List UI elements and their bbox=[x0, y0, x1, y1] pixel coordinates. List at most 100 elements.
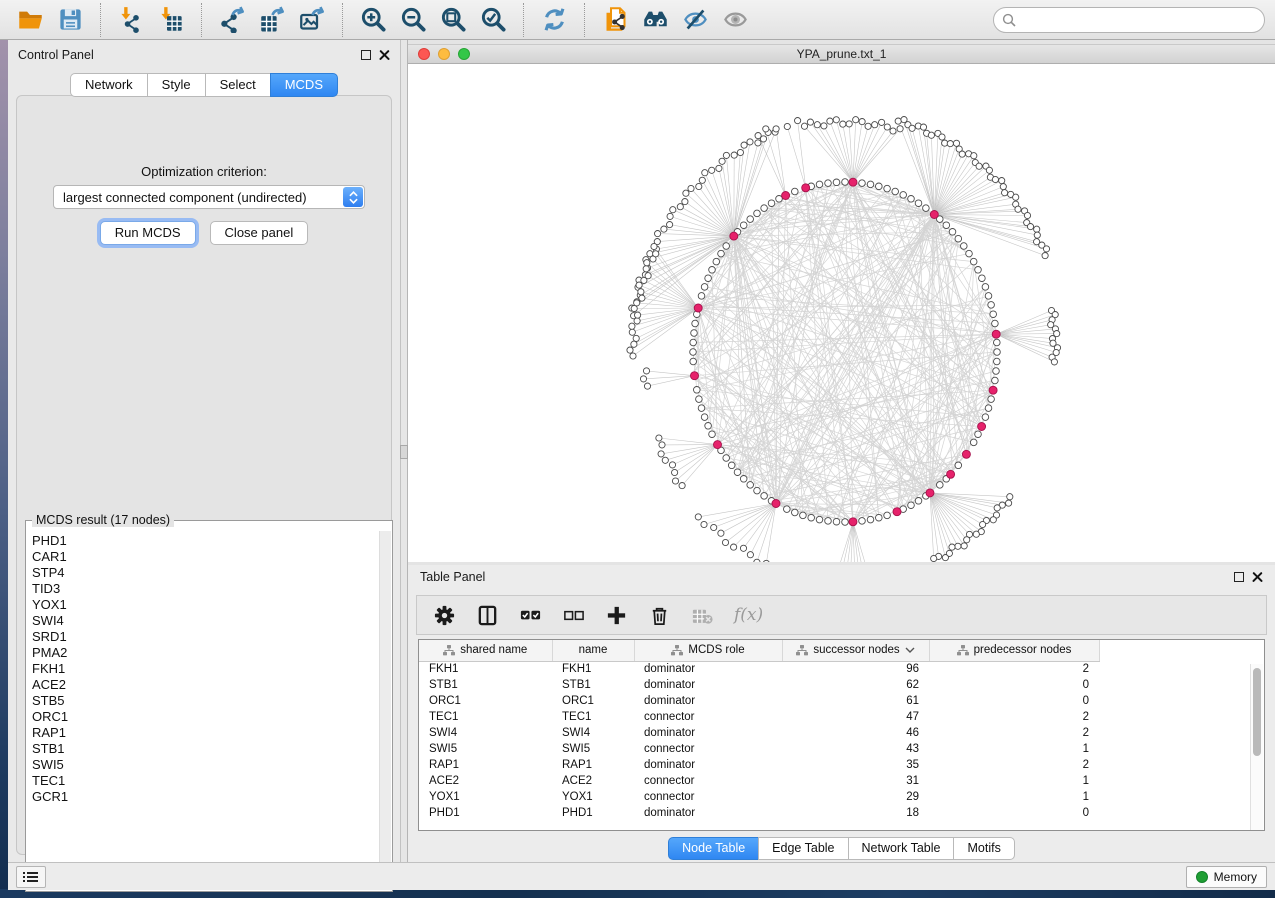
mcds-result-item[interactable]: STP4 bbox=[32, 565, 378, 581]
table-row[interactable]: SWI4SWI4dominator 462 bbox=[419, 725, 1099, 741]
table-row[interactable]: FKH1FKH1dominator 962 bbox=[419, 661, 1099, 677]
splitter-grip[interactable] bbox=[400, 445, 408, 459]
select-all-rows-icon[interactable] bbox=[519, 604, 542, 627]
table-settings-gear-icon[interactable] bbox=[433, 604, 456, 627]
mcds-result-item[interactable]: TID3 bbox=[32, 581, 378, 597]
table-row[interactable]: ACE2ACE2connector 311 bbox=[419, 773, 1099, 789]
mcds-hub-node bbox=[989, 386, 997, 394]
mcds-result-item[interactable]: GCR1 bbox=[32, 789, 378, 805]
export-network-icon[interactable] bbox=[212, 3, 252, 37]
table-panel-title: Table Panel bbox=[420, 570, 485, 584]
toolbar-separator bbox=[100, 3, 101, 37]
mcds-result-item[interactable]: STB1 bbox=[32, 741, 378, 757]
table-row[interactable]: ORC1ORC1dominator 610 bbox=[419, 693, 1099, 709]
run-mcds-button[interactable]: Run MCDS bbox=[100, 221, 196, 245]
delete-table-icon bbox=[691, 604, 714, 627]
float-panel-icon[interactable] bbox=[361, 50, 371, 60]
mcds-hub-node bbox=[962, 450, 970, 458]
zoom-out-icon[interactable] bbox=[393, 3, 433, 37]
mcds-result-item[interactable]: PHD1 bbox=[32, 533, 378, 549]
memory-status-icon bbox=[1196, 871, 1208, 883]
save-session-icon[interactable] bbox=[50, 3, 90, 37]
table-row[interactable]: RAP1RAP1dominator 352 bbox=[419, 757, 1099, 773]
network-window-titlebar[interactable]: YPA_prune.txt_1 bbox=[408, 44, 1275, 64]
mcds-result-item[interactable]: SWI5 bbox=[32, 757, 378, 773]
deselect-all-rows-icon[interactable] bbox=[562, 604, 585, 627]
mcds-hub-node bbox=[802, 184, 810, 192]
zoom-selected-icon[interactable] bbox=[473, 3, 513, 37]
export-image-icon[interactable] bbox=[292, 3, 332, 37]
close-panel-icon[interactable] bbox=[379, 50, 390, 61]
tab-select[interactable]: Select bbox=[205, 73, 270, 97]
table-row[interactable]: PHD1PHD1dominator 180 bbox=[419, 805, 1099, 821]
search-box bbox=[993, 7, 1265, 33]
panel-splitter[interactable] bbox=[400, 40, 408, 862]
mcds-hub-node bbox=[782, 192, 790, 200]
tab-network[interactable]: Network bbox=[70, 73, 147, 97]
mcds-result-item[interactable]: ORC1 bbox=[32, 709, 378, 725]
column-header-predecessor-nodes[interactable]: predecessor nodes bbox=[929, 640, 1099, 661]
column-header-MCDS-role[interactable]: MCDS role bbox=[634, 640, 782, 661]
import-table-icon[interactable] bbox=[151, 3, 191, 37]
mcds-result-item[interactable]: YOX1 bbox=[32, 597, 378, 613]
mcds-hub-node bbox=[694, 304, 702, 312]
refresh-icon[interactable] bbox=[534, 3, 574, 37]
column-selector-icon[interactable] bbox=[476, 604, 499, 627]
table-row[interactable]: STB1STB1dominator 620 bbox=[419, 677, 1099, 693]
hide-selected-icon[interactable] bbox=[675, 3, 715, 37]
zoom-in-icon[interactable] bbox=[353, 3, 393, 37]
mcds-result-item[interactable]: FKH1 bbox=[32, 661, 378, 677]
mcds-result-item[interactable]: SWI4 bbox=[32, 613, 378, 629]
column-header-name[interactable]: name bbox=[552, 640, 634, 661]
delete-column-icon[interactable] bbox=[648, 604, 671, 627]
criterion-value: largest connected component (undirected) bbox=[63, 190, 307, 205]
mcds-result-item[interactable]: STB5 bbox=[32, 693, 378, 709]
import-network-icon[interactable] bbox=[111, 3, 151, 37]
criterion-dropdown[interactable]: largest connected component (undirected) bbox=[53, 185, 365, 209]
mcds-result-item[interactable]: ACE2 bbox=[32, 677, 378, 693]
network-canvas[interactable] bbox=[408, 64, 1275, 562]
export-table-icon[interactable] bbox=[252, 3, 292, 37]
zoom-fit-icon[interactable] bbox=[433, 3, 473, 37]
column-header-successor-nodes[interactable]: successor nodes bbox=[782, 640, 929, 661]
mcds-result-item[interactable]: PMA2 bbox=[32, 645, 378, 661]
mcds-hub-node bbox=[849, 178, 857, 186]
table-toolbar: f(x) bbox=[416, 595, 1267, 635]
table-row[interactable]: TEC1TEC1connector 472 bbox=[419, 709, 1099, 725]
open-file-icon[interactable] bbox=[10, 3, 50, 37]
network-window-title: YPA_prune.txt_1 bbox=[408, 47, 1275, 61]
column-header-shared-name[interactable]: shared name bbox=[419, 640, 552, 661]
table-row[interactable]: YOX1YOX1connector 291 bbox=[419, 789, 1099, 805]
control-panel-tabs: NetworkStyleSelectMCDS bbox=[8, 73, 400, 97]
table-scrollbar[interactable] bbox=[1250, 664, 1263, 830]
toolbar-separator bbox=[523, 3, 524, 37]
clone-network-icon[interactable] bbox=[595, 3, 635, 37]
tab-edge-table[interactable]: Edge Table bbox=[758, 837, 847, 860]
add-column-icon[interactable] bbox=[605, 604, 628, 627]
mcds-result-legend: MCDS result (17 nodes) bbox=[32, 513, 174, 527]
mcds-list-scrollbar[interactable] bbox=[379, 531, 391, 890]
float-table-panel-icon[interactable] bbox=[1234, 572, 1244, 582]
optimization-criterion-label: Optimization criterion: bbox=[17, 164, 391, 179]
mcds-result-item[interactable]: TEC1 bbox=[32, 773, 378, 789]
mcds-result-item[interactable]: RAP1 bbox=[32, 725, 378, 741]
search-input[interactable] bbox=[993, 7, 1265, 33]
close-table-panel-icon[interactable] bbox=[1252, 572, 1263, 583]
table-row[interactable]: SWI5SWI5connector 431 bbox=[419, 741, 1099, 757]
show-all-icon[interactable] bbox=[715, 3, 755, 37]
tab-motifs[interactable]: Motifs bbox=[953, 837, 1014, 860]
memory-button[interactable]: Memory bbox=[1186, 866, 1267, 888]
status-bar: Memory bbox=[8, 862, 1275, 890]
tab-network-table[interactable]: Network Table bbox=[848, 837, 954, 860]
tab-node-table[interactable]: Node Table bbox=[668, 837, 758, 860]
mcds-result-list[interactable]: PHD1CAR1STP4TID3YOX1SWI4SRD1PMA2FKH1ACE2… bbox=[27, 531, 378, 890]
mcds-result-item[interactable]: CAR1 bbox=[32, 549, 378, 565]
mcds-hub-node bbox=[992, 330, 1000, 338]
mcds-hub-node bbox=[730, 232, 738, 240]
find-icon[interactable] bbox=[635, 3, 675, 37]
mcds-result-item[interactable]: SRD1 bbox=[32, 629, 378, 645]
show-panels-list-icon[interactable] bbox=[16, 866, 46, 888]
tab-mcds[interactable]: MCDS bbox=[270, 73, 338, 97]
tab-style[interactable]: Style bbox=[147, 73, 205, 97]
close-panel-button[interactable]: Close panel bbox=[210, 221, 309, 245]
